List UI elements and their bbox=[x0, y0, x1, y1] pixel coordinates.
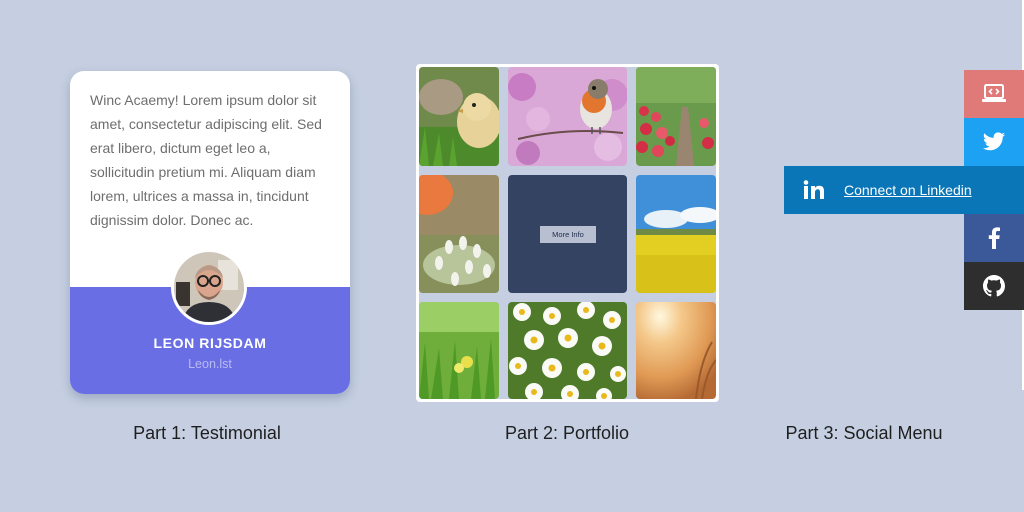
avatar-photo bbox=[174, 252, 244, 322]
github-icon bbox=[983, 275, 1005, 297]
facebook-icon bbox=[988, 227, 1000, 249]
testimonial-handle: Leon.lst bbox=[188, 357, 232, 371]
social-item-github[interactable] bbox=[964, 262, 1024, 310]
tulip-garden-photo[interactable] bbox=[636, 67, 716, 166]
sunlight-photo[interactable] bbox=[636, 302, 716, 399]
daisies-photo[interactable] bbox=[508, 302, 627, 399]
caption-part1: Part 1: Testimonial bbox=[133, 423, 281, 443]
grass-flowers-photo[interactable] bbox=[419, 302, 499, 399]
more-info-button[interactable]: More Info bbox=[540, 226, 596, 243]
twitter-icon bbox=[983, 132, 1005, 151]
social-item-facebook[interactable] bbox=[964, 214, 1024, 262]
testimonial-name: LEON RIJSDAM bbox=[153, 335, 267, 351]
caption-part2: Part 2: Portfolio bbox=[504, 423, 630, 443]
snowdrops-photo[interactable] bbox=[419, 175, 499, 293]
laptop-code-icon bbox=[982, 84, 1006, 102]
linkedin-label[interactable]: Connect on Linkedin bbox=[844, 182, 972, 198]
testimonial-card: Winc Acaemy! Lorem ipsum dolor sit amet,… bbox=[70, 71, 350, 394]
linkedin-icon bbox=[784, 180, 844, 200]
caption-part3: Part 3: Social Menu bbox=[785, 423, 943, 443]
social-item-linkedin[interactable]: Connect on Linkedin bbox=[784, 166, 1024, 214]
duckling-photo[interactable] bbox=[419, 67, 499, 166]
avatar bbox=[171, 249, 247, 325]
more-info-tile[interactable]: More Info bbox=[508, 175, 627, 293]
rapeseed-field-photo[interactable] bbox=[636, 175, 716, 293]
portfolio-grid-inner: More Info bbox=[419, 67, 716, 399]
testimonial-quote: Winc Acaemy! Lorem ipsum dolor sit amet,… bbox=[90, 92, 322, 228]
portfolio-grid: More Info bbox=[416, 64, 719, 402]
robin-bird-photo[interactable] bbox=[508, 67, 627, 166]
social-item-portfolio[interactable] bbox=[964, 70, 1024, 118]
social-item-twitter[interactable] bbox=[964, 118, 1024, 166]
